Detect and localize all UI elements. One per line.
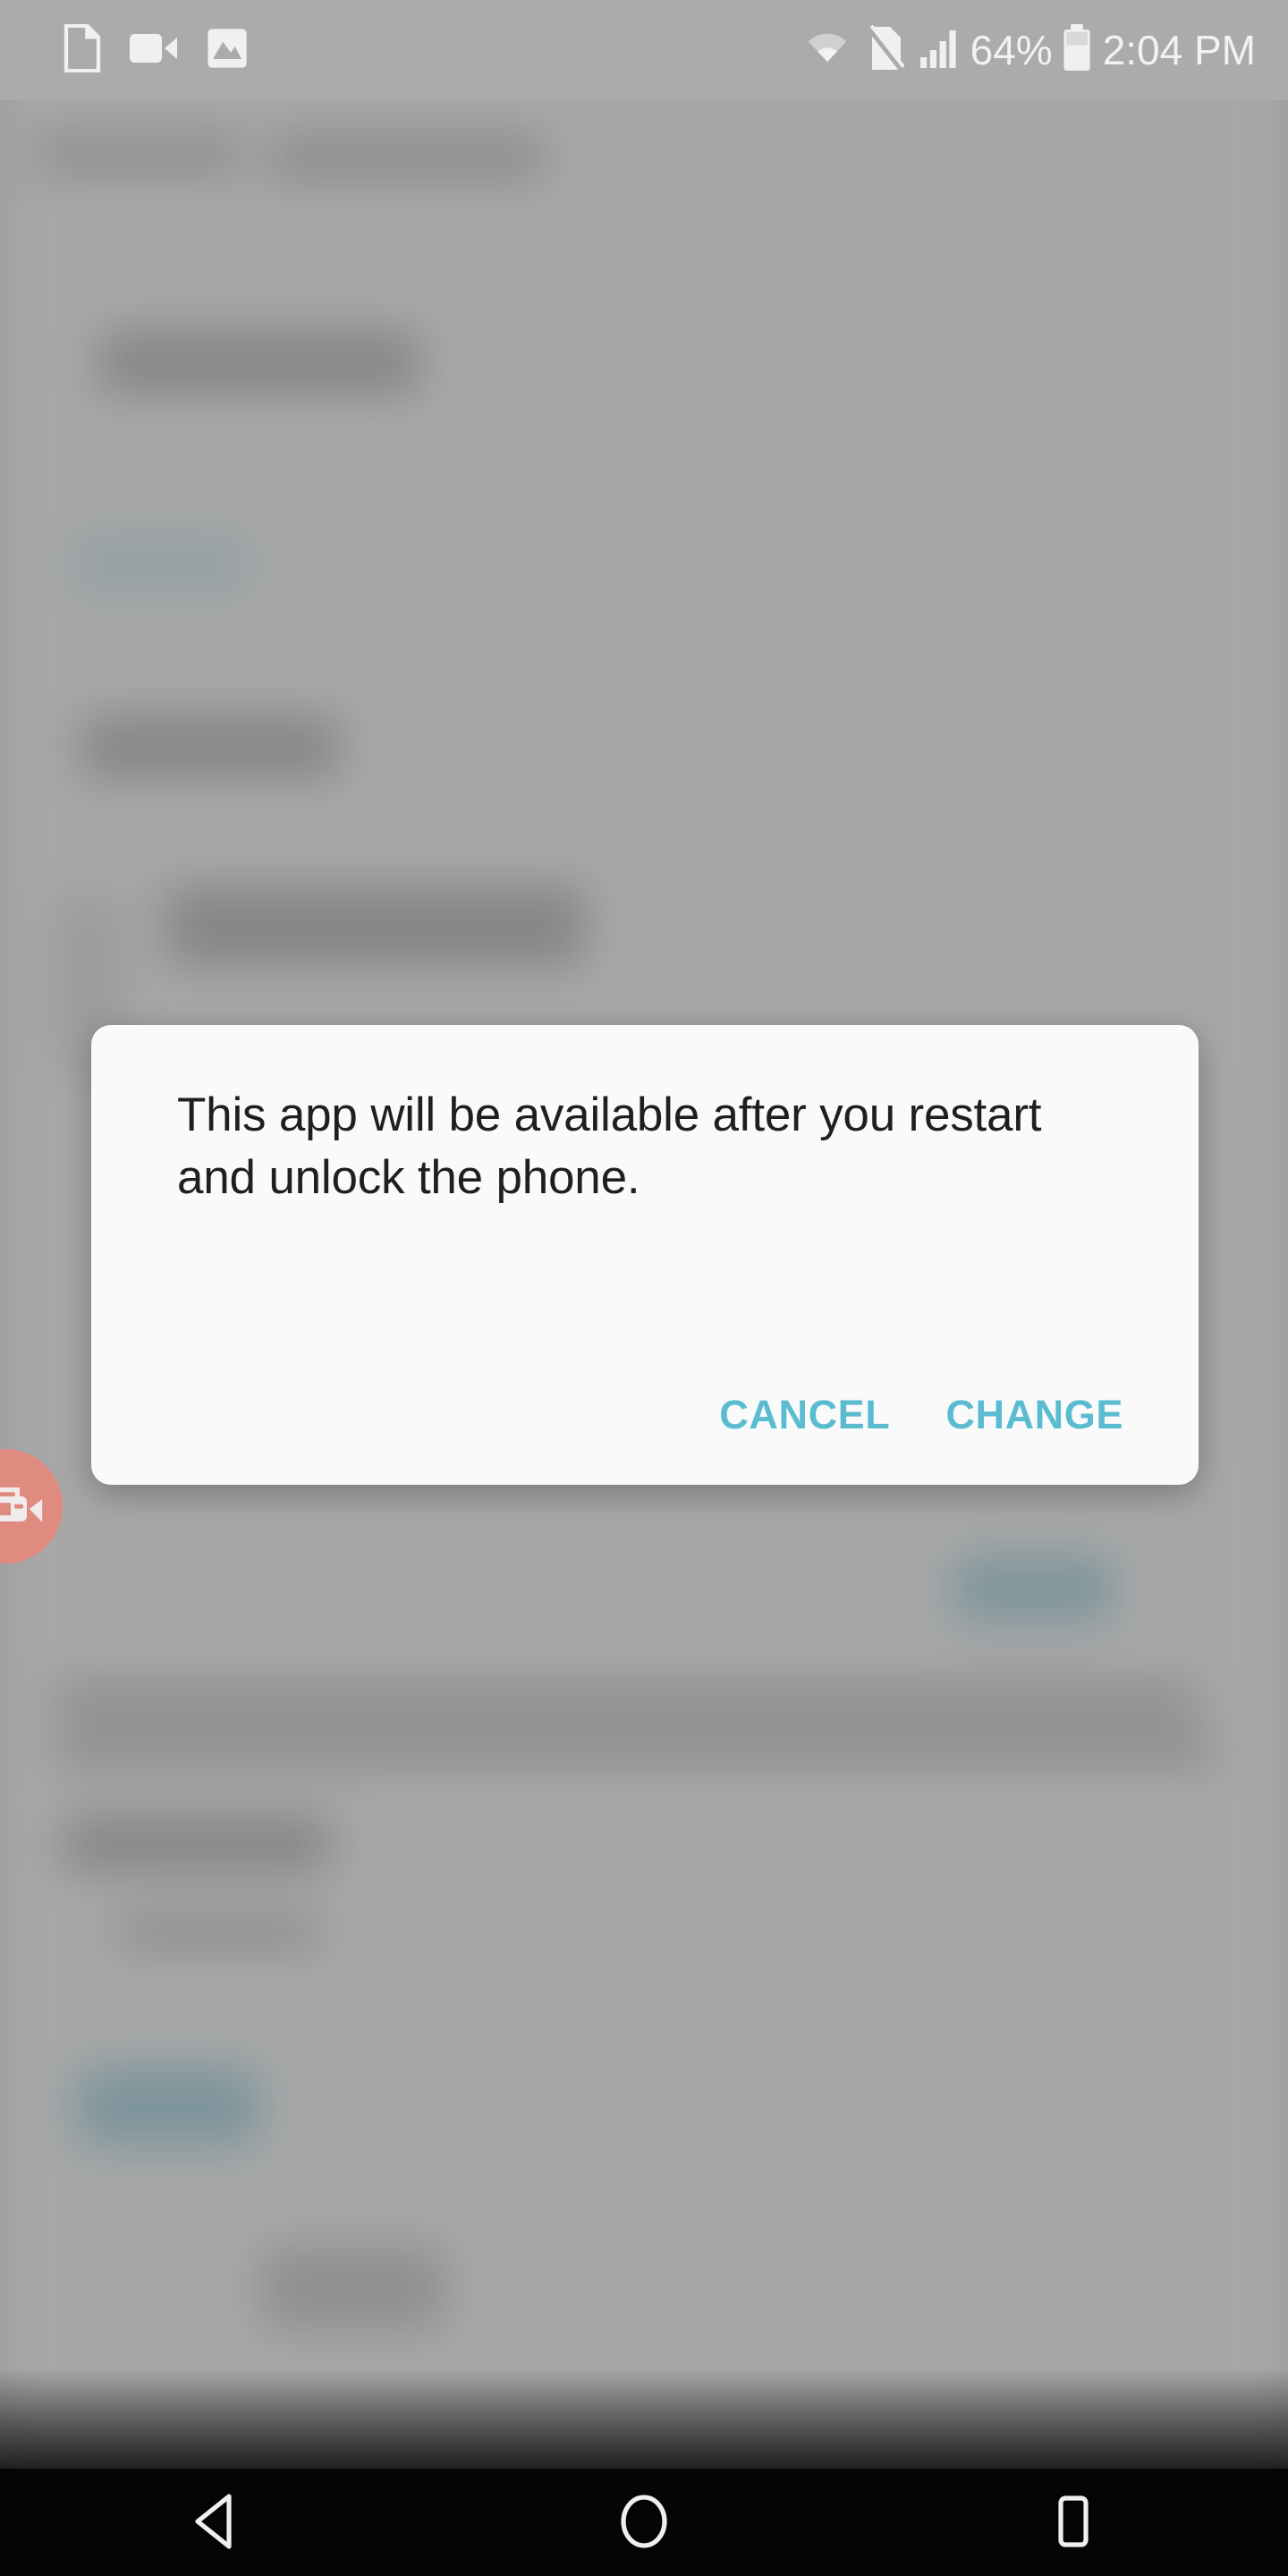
battery-percent-label: 64%	[970, 27, 1053, 73]
nav-recents-button[interactable]	[984, 2469, 1163, 2576]
video-camera-icon	[129, 30, 179, 72]
signal-bars-icon	[919, 27, 963, 74]
status-bar-system-icons: 64% 2:04 PM	[806, 23, 1256, 77]
navigation-bar	[0, 2469, 1288, 2576]
dialog-message: This app will be available after you res…	[177, 1089, 1042, 1205]
wifi-icon	[806, 30, 849, 71]
battery-icon	[1062, 23, 1092, 77]
cancel-button[interactable]: CANCEL	[694, 1375, 915, 1454]
recents-square-icon	[1046, 2493, 1100, 2553]
alert-dialog: This app will be available after you res…	[91, 1025, 1199, 1485]
home-circle-icon	[617, 2493, 671, 2553]
status-bar-notifications	[63, 23, 249, 77]
status-bar: 64% 2:04 PM	[0, 0, 1288, 100]
back-triangle-icon	[188, 2493, 242, 2553]
dialog-action-row: CANCEL CHANGE	[694, 1375, 1148, 1454]
screen-record-camera-icon	[0, 1477, 47, 1537]
phone-screen: 64% 2:04 PM This app will be available a…	[0, 0, 1288, 2576]
change-button[interactable]: CHANGE	[920, 1375, 1148, 1454]
nav-back-button[interactable]	[125, 2469, 304, 2576]
status-bar-clock: 2:04 PM	[1102, 27, 1256, 73]
sim-card-off-icon	[866, 24, 905, 76]
document-icon	[63, 23, 102, 77]
nav-home-button[interactable]	[555, 2469, 733, 2576]
image-icon	[206, 27, 249, 74]
